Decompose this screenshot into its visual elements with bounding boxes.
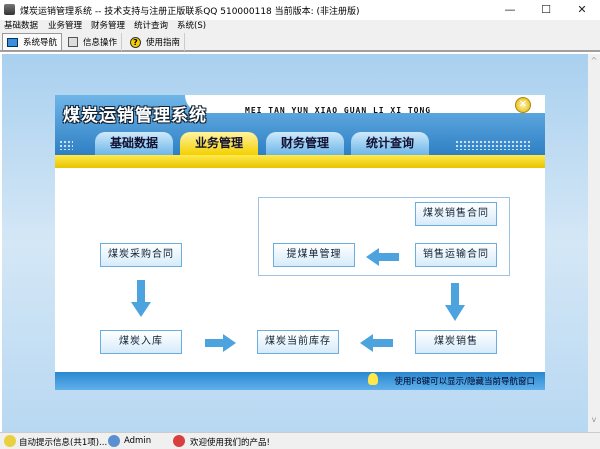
menu-statistics[interactable]: 统计查询 <box>134 20 168 32</box>
menu-basic-data[interactable]: 基础数据 <box>4 20 38 32</box>
help-icon: ? <box>130 36 141 48</box>
lightbulb-icon <box>368 373 378 385</box>
status-info: 自动提示信息(共1项)... <box>19 438 108 448</box>
maximize-button[interactable]: ☐ <box>528 0 564 20</box>
toolbar: 系统导航 信息操作 ? 使用指南 <box>0 32 600 52</box>
arrow-down-icon <box>445 283 465 321</box>
nav-button[interactable]: 系统导航 <box>2 33 63 51</box>
product-icon <box>173 435 185 447</box>
navigation-panel: 煤炭运销管理系统 MEI TAN YUN XIAO GUAN LI XI TON… <box>55 95 545 390</box>
status-bar: 自动提示信息(共1项)... Admin 欢迎使用我们的产品! <box>0 432 600 449</box>
flow-arrows <box>131 248 465 352</box>
vertical-scrollbar[interactable]: ^ v <box>588 54 600 432</box>
status-welcome: 欢迎使用我们的产品! <box>190 438 270 448</box>
arrow-left-icon <box>366 248 399 266</box>
menu-business[interactable]: 业务管理 <box>48 20 82 32</box>
menu-bar: 基础数据 业务管理 财务管理 统计查询 系统(S) <box>0 20 600 32</box>
arrow-right-icon <box>205 334 236 352</box>
window-title: 煤炭运销管理系统 -- 技术支持与注册正版联系QQ 510000118 当前版本… <box>20 7 360 17</box>
user-icon <box>108 435 120 447</box>
window-icon <box>68 37 78 47</box>
monitor-icon <box>7 37 18 47</box>
app-icon <box>4 4 15 15</box>
menu-finance[interactable]: 财务管理 <box>91 20 125 32</box>
close-button[interactable]: ✕ <box>564 0 600 20</box>
title-bar: 煤炭运销管理系统 -- 技术支持与注册正版联系QQ 510000118 当前版本… <box>0 0 600 20</box>
arrow-left-icon <box>360 334 393 352</box>
arrow-down-icon <box>131 280 151 317</box>
status-user: Admin <box>124 436 152 446</box>
user-guide-button[interactable]: ? 使用指南 <box>126 33 186 51</box>
footer-tip: 使用F8键可以显示/隐藏当前导航窗口 <box>394 377 535 387</box>
menu-system[interactable]: 系统(S) <box>177 20 206 32</box>
minimize-button[interactable]: — <box>492 0 528 20</box>
info-operation-button[interactable]: 信息操作 <box>64 33 123 51</box>
bulb-icon <box>4 435 16 447</box>
panel-footer: 使用F8键可以显示/隐藏当前导航窗口 <box>55 372 545 390</box>
